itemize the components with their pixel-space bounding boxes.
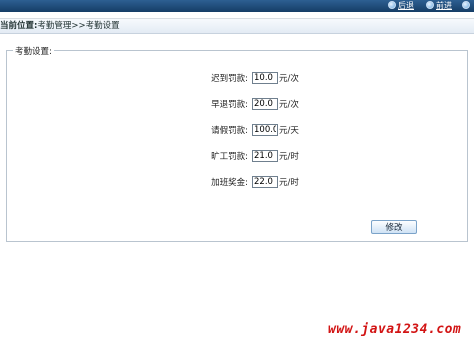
late-fine-input[interactable] (252, 72, 278, 84)
field-late-fine: 迟到罚款: 元/次 (188, 71, 299, 85)
absence-fine-label: 旷工罚款: (211, 152, 248, 162)
top-bar: 后退 前进 (0, 0, 474, 12)
late-fine-unit: 元/次 (279, 74, 299, 84)
attendance-settings-panel: 考勤设置: 迟到罚款: 元/次 早退罚款: 元/次 请假罚款: 元/天 旷工罚款… (6, 45, 468, 242)
breadcrumb-path: 考勤管理>>考勤设置 (37, 21, 120, 31)
early-leave-fine-unit: 元/次 (279, 100, 299, 110)
forward-icon (426, 1, 434, 9)
leave-fine-unit: 元/天 (279, 126, 299, 136)
leave-fine-label: 请假罚款: (211, 126, 248, 136)
overtime-bonus-input[interactable] (252, 176, 278, 188)
overtime-bonus-label: 加班奖金: (211, 178, 248, 188)
absence-fine-unit: 元/时 (279, 152, 299, 162)
site-watermark: www.java1234.com (328, 322, 462, 337)
back-label: 后退 (398, 0, 414, 10)
modify-button[interactable]: 修改 (371, 220, 417, 234)
back-icon (388, 1, 396, 9)
field-early-leave-fine: 早退罚款: 元/次 (188, 97, 299, 111)
field-overtime-bonus: 加班奖金: 元/时 (188, 175, 299, 189)
absence-fine-input[interactable] (252, 150, 278, 162)
refresh-button[interactable] (462, 0, 472, 10)
early-leave-fine-label: 早退罚款: (211, 100, 248, 110)
back-button[interactable]: 后退 (388, 0, 414, 10)
early-leave-fine-input[interactable] (252, 98, 278, 110)
late-fine-label: 迟到罚款: (211, 74, 248, 84)
field-leave-fine: 请假罚款: 元/天 (188, 123, 299, 137)
refresh-icon (462, 1, 470, 9)
field-absence-fine: 旷工罚款: 元/时 (188, 149, 299, 163)
breadcrumb: 当前位置:考勤管理>>考勤设置 (0, 19, 474, 34)
panel-title: 考勤设置: (13, 45, 54, 57)
leave-fine-input[interactable] (252, 124, 278, 136)
top-spacer (0, 12, 474, 19)
forward-button[interactable]: 前进 (426, 0, 452, 10)
breadcrumb-current-label: 当前位置: (0, 21, 38, 31)
overtime-bonus-unit: 元/时 (279, 178, 299, 188)
forward-label: 前进 (436, 0, 452, 10)
